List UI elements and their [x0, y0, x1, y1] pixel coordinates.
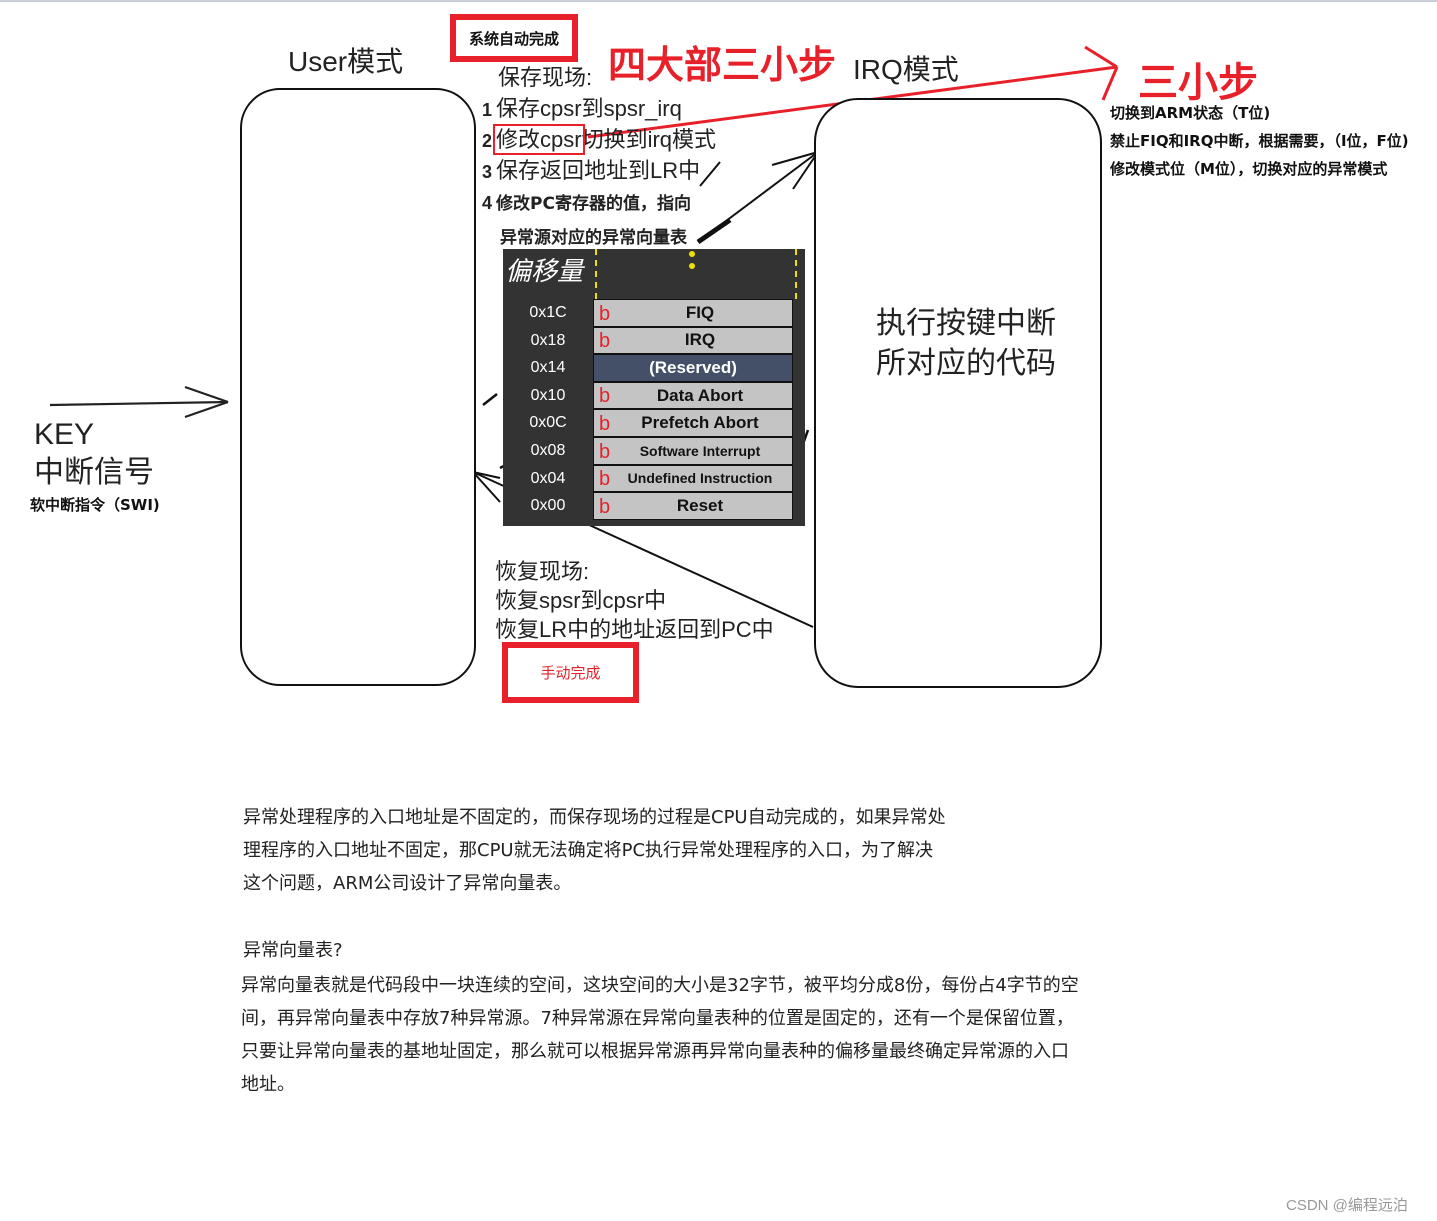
user-mode-box — [240, 88, 476, 686]
vector-entry: b IRQ — [593, 326, 793, 355]
vector-entry: b Software Interrupt — [593, 436, 793, 465]
manual-complete-text: 手动完成 — [540, 664, 601, 682]
restore-context-title: 恢复现场: — [495, 559, 590, 584]
exception-name: Undefined Instruction — [627, 470, 773, 487]
ellipsis-dots-icon — [689, 251, 695, 275]
branch-instruction-label: b — [599, 440, 611, 463]
vector-table-row: 0x10 b Data Abort — [503, 381, 805, 410]
vector-offset: 0x18 — [530, 331, 566, 349]
vector-table-row: 0x04 b Undefined Instruction — [503, 464, 805, 493]
three-steps-list: 切换到ARM状态（T位) 禁止FIQ和IRQ中断，根据需要，（I位，F位) 修改… — [1110, 99, 1409, 183]
exception-vector-table: 偏移量 0x1C b FIQ 0x18 b IRQ 0x14 (Reserved) 0x10 b D… — [503, 249, 805, 526]
branch-instruction-label: b — [599, 330, 611, 353]
branch-instruction-label: b — [599, 302, 611, 325]
headline: 四大部三小步 — [608, 43, 837, 87]
exception-name: Prefetch Abort — [641, 413, 759, 433]
vector-offset: 0x0C — [529, 414, 567, 432]
paragraph-intro: 异常处理程序的入口地址是不固定的，而保存现场的过程是CPU自动完成的，如果异常处… — [243, 807, 946, 894]
swi-label: 软中断指令（SWI) — [30, 496, 160, 514]
auto-complete-badge: 系统自动完成 — [450, 14, 578, 62]
save-step-2: 2 修改cpsr切换到irq模式 — [482, 124, 717, 155]
save-context-steps: 1 保存cpsr到spsr_irq 2 修改cpsr切换到irq模式 3 保存返回地址… — [482, 94, 716, 253]
vector-offset: 0x10 — [530, 386, 566, 404]
three-steps-item: 修改模式位（M位），切换对应的异常模式 — [1110, 160, 1388, 178]
save-step-1: 1 保存cpsr到spsr_irq — [482, 96, 682, 121]
exception-name: (Reserved) — [649, 357, 737, 377]
vector-entry: b Reset — [593, 492, 793, 520]
save-context-title: 保存现场: — [498, 65, 593, 90]
three-steps-item: 切换到ARM状态（T位) — [1110, 104, 1271, 122]
vector-offset: 0x1C — [529, 304, 567, 321]
branch-instruction-label: b — [599, 412, 611, 435]
branch-instruction-label: b — [599, 385, 611, 408]
irq-mode-label: IRQ模式 — [853, 54, 959, 85]
vector-entry: b Data Abort — [593, 381, 793, 410]
vector-entry: b FIQ — [593, 299, 793, 327]
vector-table-row: 0x00 b Reset — [503, 492, 805, 520]
watermark: CSDN @编程远泊 — [1286, 1197, 1408, 1214]
irq-mode-box — [814, 98, 1102, 688]
vector-table-header: 偏移量 — [503, 249, 805, 299]
exception-name: IRQ — [684, 330, 716, 350]
paragraph-explanation: 异常向量表就是代码段中一块连续的空间，这块空间的大小是32字节，被平均分成8份，… — [241, 975, 1079, 1095]
offset-header: 偏移量 — [505, 257, 584, 287]
ellipsis-region — [595, 249, 797, 299]
vector-entry: b Undefined Instruction — [593, 464, 793, 493]
modify-cpsr-highlight: 修改cpsr — [493, 124, 585, 155]
vector-offset: 0x00 — [530, 497, 566, 515]
branch-instruction-label: b — [599, 495, 611, 518]
key-label: KEY — [34, 418, 95, 451]
vector-table-row: 0x0C b Prefetch Abort — [503, 409, 805, 437]
save-step-3: 3 保存返回地址到LR中 — [482, 158, 701, 183]
restore-context: 恢复现场: 恢复spsr到cpsr中 恢复LR中的地址返回到PC中 — [495, 557, 774, 644]
manual-complete-badge: 手动完成 — [502, 642, 639, 703]
irq-handler-line-2: 所对应的代码 — [876, 347, 1056, 380]
irq-handler-text: 执行按键中断 所对应的代码 — [876, 304, 1056, 384]
interrupt-signal-label: 中断信号 — [34, 456, 154, 489]
exception-name: Reset — [676, 495, 724, 515]
vector-offset: 0x08 — [530, 441, 566, 459]
vector-table-row: 0x18 b IRQ — [503, 326, 805, 355]
vector-table-row: 0x08 b Software Interrupt — [503, 436, 805, 465]
paragraph-question: 异常向量表? — [243, 940, 343, 961]
branch-instruction-label: b — [599, 468, 611, 491]
save-step-4: 4 修改PC寄存器的值，指向 — [482, 193, 691, 214]
key-arrow — [49, 385, 229, 419]
exception-name: FIQ — [685, 302, 715, 322]
exception-name: Software Interrupt — [639, 442, 761, 459]
vector-table-row: 0x1C b FIQ — [503, 299, 805, 327]
vector-offset: 0x04 — [530, 469, 566, 487]
exception-name: Data Abort — [656, 385, 744, 405]
vector-offset: 0x14 — [530, 359, 566, 377]
restore-line: 恢复spsr到cpsr中 — [495, 588, 667, 613]
auto-complete-text: 系统自动完成 — [468, 29, 559, 48]
three-steps-item: 禁止FIQ和IRQ中断，根据需要，（I位，F位) — [1110, 132, 1409, 150]
vector-table-row: 0x14 (Reserved) — [503, 354, 805, 382]
vector-table-rows: 0x1C b FIQ 0x18 b IRQ 0x14 (Reserved) 0x10 b Data … — [503, 299, 805, 520]
user-mode-label: User模式 — [288, 46, 404, 77]
restore-line: 恢复LR中的地址返回到PC中 — [495, 617, 774, 642]
vector-entry: b Prefetch Abort — [593, 409, 793, 437]
vector-entry: (Reserved) — [593, 354, 793, 382]
key-signal-label: KEY 中断信号 — [34, 416, 154, 492]
irq-handler-line-1: 执行按键中断 — [876, 307, 1056, 340]
